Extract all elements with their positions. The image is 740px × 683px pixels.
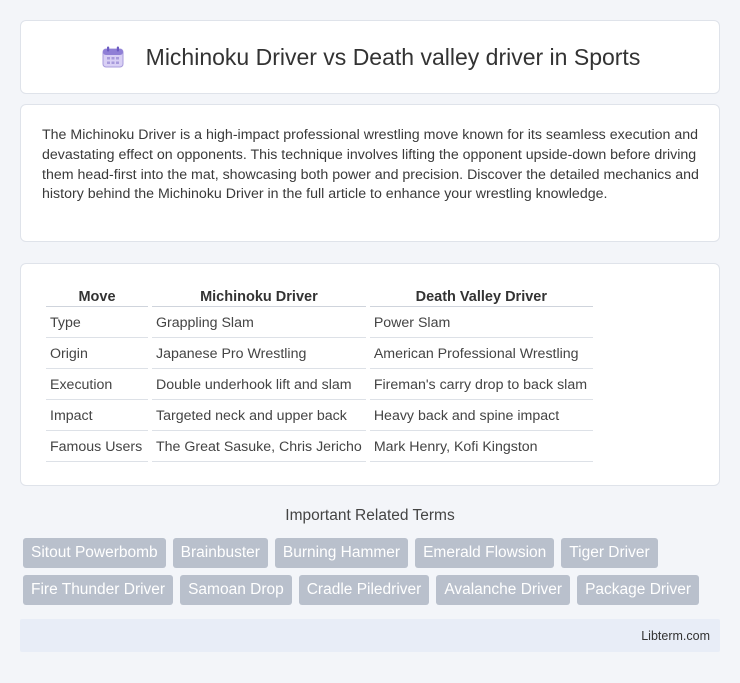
column-header: Michinoku Driver <box>152 287 366 307</box>
related-term-tag[interactable]: Samoan Drop <box>180 575 292 605</box>
related-term-tag[interactable]: Cradle Piledriver <box>298 575 430 605</box>
footer-brand-link[interactable]: Libterm.com <box>641 629 710 643</box>
table-cell: Fireman's carry drop to back slam <box>369 371 593 400</box>
related-terms-list: Sitout Powerbomb Brainbuster Burning Ham… <box>23 538 723 605</box>
table-cell: Famous Users <box>46 433 148 462</box>
header-card: Michinoku Driver vs Death valley driver … <box>20 20 720 94</box>
related-term-tag[interactable]: Burning Hammer <box>274 538 409 568</box>
table-cell: American Professional Wrestling <box>369 340 593 369</box>
table-cell: The Great Sasuke, Chris Jericho <box>152 433 366 462</box>
related-terms-title: Important Related Terms <box>285 507 455 524</box>
column-header: Death Valley Driver <box>369 287 593 307</box>
related-term-tag[interactable]: Sitout Powerbomb <box>23 538 166 568</box>
footer: Libterm.com <box>20 619 720 652</box>
table-header-row: Move Michinoku Driver Death Valley Drive… <box>46 287 593 307</box>
comparison-card: Move Michinoku Driver Death Valley Drive… <box>20 263 720 486</box>
comparison-table: Move Michinoku Driver Death Valley Drive… <box>42 285 597 464</box>
table-row: Execution Double underhook lift and slam… <box>46 371 593 400</box>
related-term-tag[interactable]: Package Driver <box>577 575 700 605</box>
table-cell: Power Slam <box>369 309 593 338</box>
table-cell: Double underhook lift and slam <box>152 371 366 400</box>
table-cell: Targeted neck and upper back <box>152 402 366 431</box>
table-cell: Impact <box>46 402 148 431</box>
table-cell: Grappling Slam <box>152 309 366 338</box>
calendar-icon <box>102 46 124 68</box>
related-term-tag[interactable]: Avalanche Driver <box>436 575 571 605</box>
table-cell: Mark Henry, Kofi Kingston <box>369 433 593 462</box>
table-row: Type Grappling Slam Power Slam <box>46 309 593 338</box>
table-row: Impact Targeted neck and upper back Heav… <box>46 402 593 431</box>
related-term-tag[interactable]: Tiger Driver <box>561 538 658 568</box>
intro-text: The Michinoku Driver is a high-impact pr… <box>42 127 699 203</box>
column-header: Move <box>46 287 148 307</box>
table-cell: Execution <box>46 371 148 400</box>
table-row: Origin Japanese Pro Wrestling American P… <box>46 340 593 369</box>
related-term-tag[interactable]: Brainbuster <box>172 538 268 568</box>
intro-card: The Michinoku Driver is a high-impact pr… <box>20 104 720 242</box>
table-row: Famous Users The Great Sasuke, Chris Jer… <box>46 433 593 462</box>
table-cell: Type <box>46 309 148 338</box>
page-title: Michinoku Driver vs Death valley driver … <box>145 43 641 70</box>
table-cell: Japanese Pro Wrestling <box>152 340 366 369</box>
table-cell: Origin <box>46 340 148 369</box>
related-term-tag[interactable]: Fire Thunder Driver <box>23 575 174 605</box>
related-term-tag[interactable]: Emerald Flowsion <box>415 538 555 568</box>
table-cell: Heavy back and spine impact <box>369 402 593 431</box>
